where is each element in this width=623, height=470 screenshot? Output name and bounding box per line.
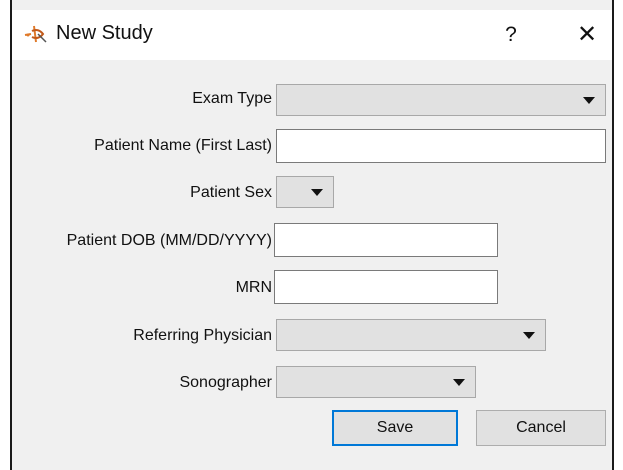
patient-sex-label: Patient Sex [190,184,272,201]
app-logo-icon [24,25,47,43]
patient-dob-field[interactable] [274,223,498,257]
patient-name-label: Patient Name (First Last) [94,137,272,154]
exam-type-select[interactable] [276,84,606,116]
referring-physician-label: Referring Physician [133,327,272,344]
mrn-label: MRN [235,279,272,296]
sonographer-select[interactable] [276,366,476,398]
exam-type-label: Exam Type [192,90,272,107]
patient-sex-select[interactable] [276,176,334,208]
save-button[interactable]: Save [332,410,458,446]
window-title: New Study [56,22,153,44]
chevron-down-icon [583,97,595,104]
mrn-field[interactable] [274,270,498,304]
help-button[interactable]: ? [496,20,526,50]
patient-name-field[interactable] [276,129,606,163]
chevron-down-icon [311,189,323,196]
chevron-down-icon [523,332,535,339]
form-area: Exam Type Patient Name (First Last) Pati… [12,60,612,470]
title-bar: New Study ? ✕ [12,10,612,60]
chevron-down-icon [453,379,465,386]
patient-dob-label: Patient DOB (MM/DD/YYYY) [66,232,272,249]
close-button[interactable]: ✕ [572,20,602,50]
cancel-button[interactable]: Cancel [476,410,606,446]
new-study-dialog: New Study ? ✕ Exam Type Patient Name (Fi… [10,0,614,470]
sonographer-label: Sonographer [179,374,272,391]
referring-physician-select[interactable] [276,319,546,351]
